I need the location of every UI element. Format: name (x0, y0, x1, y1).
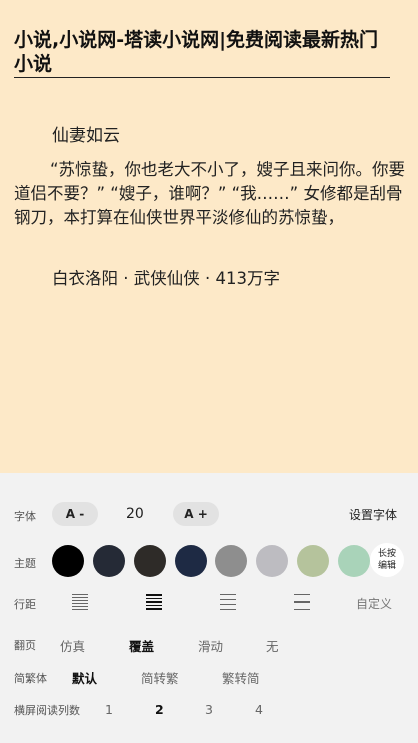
theme-swatch[interactable] (297, 545, 329, 577)
page-turn-label: 翻页 (14, 639, 36, 652)
spacing-normal-icon[interactable] (146, 594, 162, 610)
columns-option[interactable]: 1 (105, 702, 113, 717)
page-turn-option[interactable]: 滑动 (198, 636, 223, 655)
reader-settings-panel: 字体 A - 20 A + 设置字体 主题 长按编辑 行距 自定义 翻页 仿真 … (0, 473, 418, 743)
custom-theme-button[interactable]: 长按编辑 (370, 543, 404, 577)
script-option[interactable]: 简转繁 (141, 668, 179, 687)
theme-swatch[interactable] (93, 545, 125, 577)
book-meta: 白衣洛阳 · 武侠仙侠 · 413万字 (52, 269, 280, 288)
columns-label: 横屏阅读列数 (14, 704, 80, 717)
theme-label: 主题 (14, 557, 36, 570)
spacing-label: 行距 (14, 598, 36, 611)
spacing-wide-icon[interactable] (294, 594, 310, 610)
font-decrease-button[interactable]: A - (52, 502, 98, 526)
theme-swatch[interactable] (338, 545, 370, 577)
book-intro: “苏惊蛰，你也老大不小了，嫂子且来问你。你要道侣不要？” “嫂子，谁啊？” “我… (14, 160, 406, 227)
book-title: 仙妻如云 (52, 126, 120, 146)
script-option-selected[interactable]: 默认 (72, 668, 97, 687)
page-turn-option[interactable]: 仿真 (60, 636, 85, 655)
font-increase-button[interactable]: A + (173, 502, 219, 526)
page-turn-option[interactable]: 无 (266, 636, 279, 655)
custom-spacing-button[interactable]: 自定义 (356, 595, 392, 612)
columns-option[interactable]: 3 (205, 702, 213, 717)
page-title[interactable]: 小说,小说网-塔读小说网|免费阅读最新热门小说 (14, 28, 390, 78)
spacing-loose-icon[interactable] (220, 594, 236, 610)
reader-content: 小说,小说网-塔读小说网|免费阅读最新热门小说 仙妻如云 “苏惊蛰，你也老大不小… (0, 0, 418, 473)
script-option[interactable]: 繁转简 (222, 668, 260, 687)
font-size-value: 20 (126, 506, 144, 522)
theme-swatch[interactable] (215, 545, 247, 577)
script-label: 简繁体 (14, 672, 47, 685)
columns-option-selected[interactable]: 2 (155, 702, 164, 717)
theme-swatch[interactable] (256, 545, 288, 577)
theme-swatch[interactable] (134, 545, 166, 577)
theme-swatch[interactable] (52, 545, 84, 577)
theme-swatch[interactable] (175, 545, 207, 577)
custom-theme-label: 长按编辑 (377, 549, 396, 571)
page-turn-option-selected[interactable]: 覆盖 (129, 636, 154, 655)
spacing-tight-icon[interactable] (72, 594, 88, 610)
columns-option[interactable]: 4 (255, 702, 263, 717)
font-label: 字体 (14, 510, 36, 523)
set-font-button[interactable]: 设置字体 (349, 506, 397, 523)
